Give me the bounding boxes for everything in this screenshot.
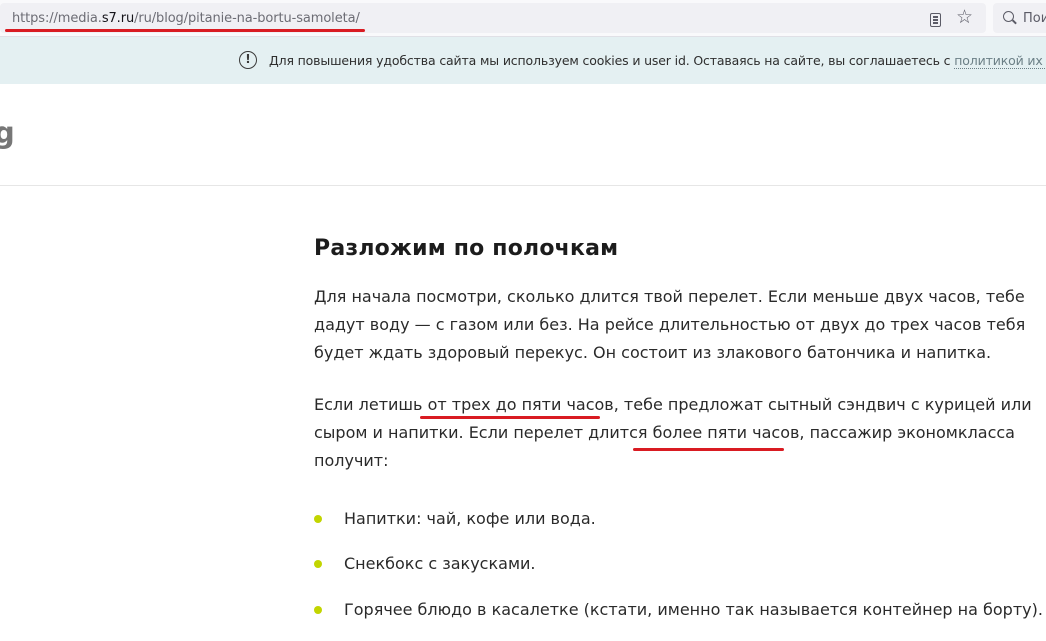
- cookie-message: Для повышения удобства сайта мы использу…: [269, 53, 951, 68]
- bullet-icon: [314, 606, 322, 614]
- search-placeholder: Пои: [1023, 11, 1046, 26]
- search-box[interactable]: Пои: [993, 3, 1046, 33]
- section-heading: Разложим по полочкам: [314, 236, 619, 261]
- url-path: /ru/blog/pitanie-na-bortu-samoleta/: [134, 11, 360, 26]
- paragraph-2: Если летишь от трех до пяти часов, тебе …: [314, 391, 1032, 475]
- paragraph-line: дадут воду — с газом или без. На рейсе д…: [314, 315, 1026, 334]
- cookie-policy-link[interactable]: политикой их примене: [954, 53, 1046, 69]
- bookmark-star-icon[interactable]: ☆: [956, 8, 973, 27]
- cookie-banner: ! Для повышения удобства сайта мы исполь…: [0, 37, 1046, 84]
- bullet-icon: [314, 560, 322, 568]
- url-prefix: https://media.: [12, 11, 102, 26]
- paragraph-line: будет ждать здоровый перекус. Он состоит…: [314, 343, 992, 362]
- annotation-underline-over-5-hours: [633, 448, 784, 451]
- reader-view-icon[interactable]: [930, 13, 941, 27]
- bullet-icon: [314, 515, 322, 523]
- cookie-banner-text: Для повышения удобства сайта мы использу…: [269, 53, 1046, 69]
- info-icon: !: [239, 51, 257, 69]
- list-item-text: Горячее блюдо в касалетке (кстати, именн…: [344, 600, 1043, 619]
- paragraph-line: Если летишь от трех до пяти часов, тебе …: [314, 395, 1032, 414]
- search-icon: [1003, 11, 1014, 22]
- paragraph-1: Для начала посмотри, сколько длится твой…: [314, 283, 1025, 367]
- list-item-text: Напитки: чай, кофе или вода.: [344, 509, 596, 528]
- url-text[interactable]: https://media.s7.ru/ru/blog/pitanie-na-b…: [12, 11, 360, 26]
- site-header: g: [0, 84, 1046, 186]
- site-logo[interactable]: g: [0, 116, 15, 150]
- paragraph-line: получит:: [314, 451, 389, 470]
- paragraph-line: сыром и напитки. Если перелет длится бол…: [314, 423, 1015, 442]
- list-item-text: Снекбокс с закусками.: [344, 554, 536, 573]
- paragraph-line: Для начала посмотри, сколько длится твой…: [314, 287, 1025, 306]
- url-annotation-underline: [5, 29, 365, 32]
- url-host: s7.ru: [101, 11, 135, 26]
- browser-toolbar: https://media.s7.ru/ru/blog/pitanie-na-b…: [0, 0, 1046, 37]
- annotation-underline-3-5-hours: [420, 416, 600, 419]
